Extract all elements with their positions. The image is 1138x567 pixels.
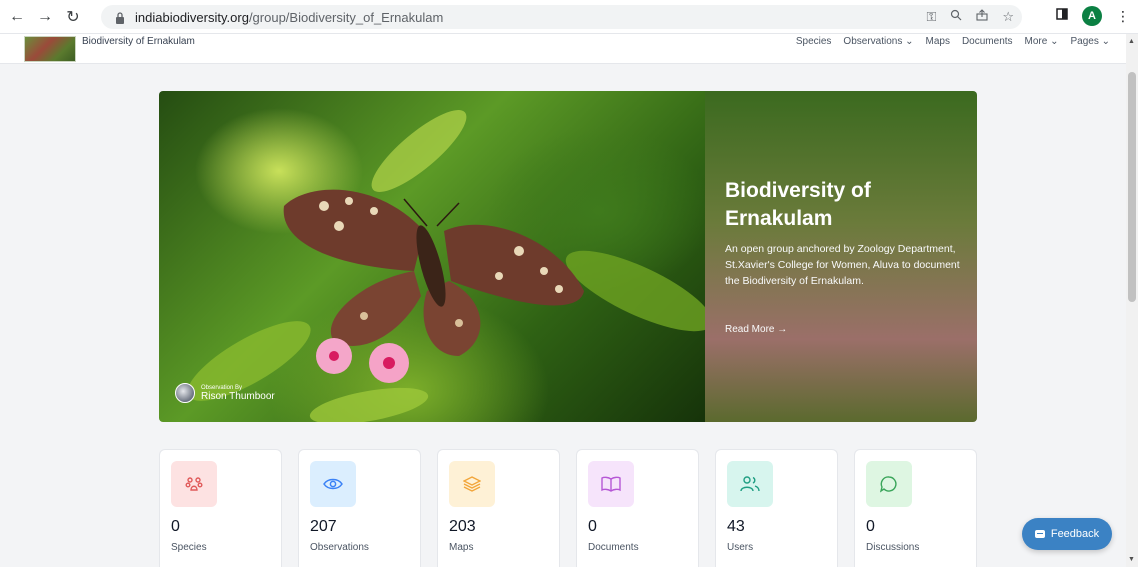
stat-card-observations[interactable]: 207 Observations (298, 449, 421, 567)
paw-icon (171, 461, 217, 507)
stat-label: Discussions (866, 542, 920, 553)
nav-observations[interactable]: Observations ⌄ (843, 36, 913, 47)
site-name[interactable]: Biodiversity of Ernakulam (82, 36, 195, 47)
bookmark-star-icon[interactable]: ☆ (1002, 9, 1014, 25)
feedback-label: Feedback (1050, 528, 1100, 540)
nav-maps[interactable]: Maps (926, 36, 950, 47)
stat-label: Maps (449, 542, 474, 553)
key-icon[interactable]: ⚿ (926, 9, 936, 25)
nav-documents[interactable]: Documents (962, 36, 1013, 47)
stat-card-documents[interactable]: 0 Documents (576, 449, 699, 567)
stat-value: 203 (449, 518, 476, 535)
hero-description: An open group anchored by Zoology Depart… (725, 243, 960, 287)
stat-card-users[interactable]: 43 Users (715, 449, 838, 567)
stat-card-discussions[interactable]: 0 Discussions (854, 449, 977, 567)
nav-pages[interactable]: Pages ⌄ (1070, 36, 1110, 47)
stat-value: 0 (588, 518, 597, 535)
scroll-up-arrow-icon[interactable]: ▲ (1128, 38, 1135, 45)
group-logo[interactable] (24, 36, 76, 62)
observer-name: Rison Thumboor (201, 390, 275, 402)
stat-value: 43 (727, 518, 745, 535)
read-more-link[interactable]: Read More → (725, 324, 787, 335)
browser-toolbar: ← → ↻ indiabiodiversity.org /group/Biodi… (0, 0, 1138, 34)
zoom-icon[interactable] (950, 9, 962, 25)
scroll-thumb[interactable] (1128, 72, 1136, 302)
reload-icon[interactable]: ↻ (62, 6, 84, 28)
url-path: /group/Biodiversity_of_Ernakulam (248, 9, 444, 25)
lock-icon (115, 11, 125, 24)
eye-icon (310, 461, 356, 507)
top-navigation: Species Observations ⌄ Maps Documents Mo… (796, 36, 1110, 47)
observation-credit[interactable]: Observation By Rison Thumboor (175, 383, 275, 403)
stat-value: 0 (866, 518, 875, 535)
share-icon[interactable] (976, 9, 988, 25)
nav-more[interactable]: More ⌄ (1025, 36, 1059, 47)
users-icon (727, 461, 773, 507)
stat-label: Observations (310, 542, 369, 553)
stat-label: Species (171, 542, 207, 553)
address-bar[interactable]: indiabiodiversity.org /group/Biodiversit… (101, 5, 1022, 29)
stat-card-species[interactable]: 0 Species (159, 449, 282, 567)
butterfly-photo (187, 110, 713, 422)
chat-icon (866, 461, 912, 507)
side-panel-icon[interactable] (1056, 7, 1068, 25)
stat-card-maps[interactable]: 203 Maps (437, 449, 560, 567)
observer-avatar (175, 383, 195, 403)
layers-icon (449, 461, 495, 507)
url-host: indiabiodiversity.org (135, 9, 249, 25)
back-arrow-icon[interactable]: ← (6, 6, 28, 28)
message-icon (1034, 530, 1045, 538)
hero-title: Biodiversity of Ernakulam (725, 179, 871, 230)
scroll-down-arrow-icon[interactable]: ▼ (1128, 556, 1135, 563)
stat-value: 0 (171, 518, 180, 535)
book-icon (588, 461, 634, 507)
kebab-menu-icon[interactable]: ⋮ (1116, 8, 1130, 25)
feedback-button[interactable]: Feedback (1022, 518, 1112, 550)
page-scrollbar[interactable]: ▲ ▼ (1126, 34, 1138, 567)
forward-arrow-icon[interactable]: → (34, 6, 56, 28)
stat-label: Users (727, 542, 754, 553)
nav-species[interactable]: Species (796, 36, 832, 47)
stat-label: Documents (588, 542, 639, 553)
stat-value: 207 (310, 518, 337, 535)
hero-photo (159, 91, 713, 422)
profile-avatar[interactable]: A (1082, 6, 1102, 26)
site-header: Biodiversity of Ernakulam Species Observ… (0, 34, 1126, 64)
